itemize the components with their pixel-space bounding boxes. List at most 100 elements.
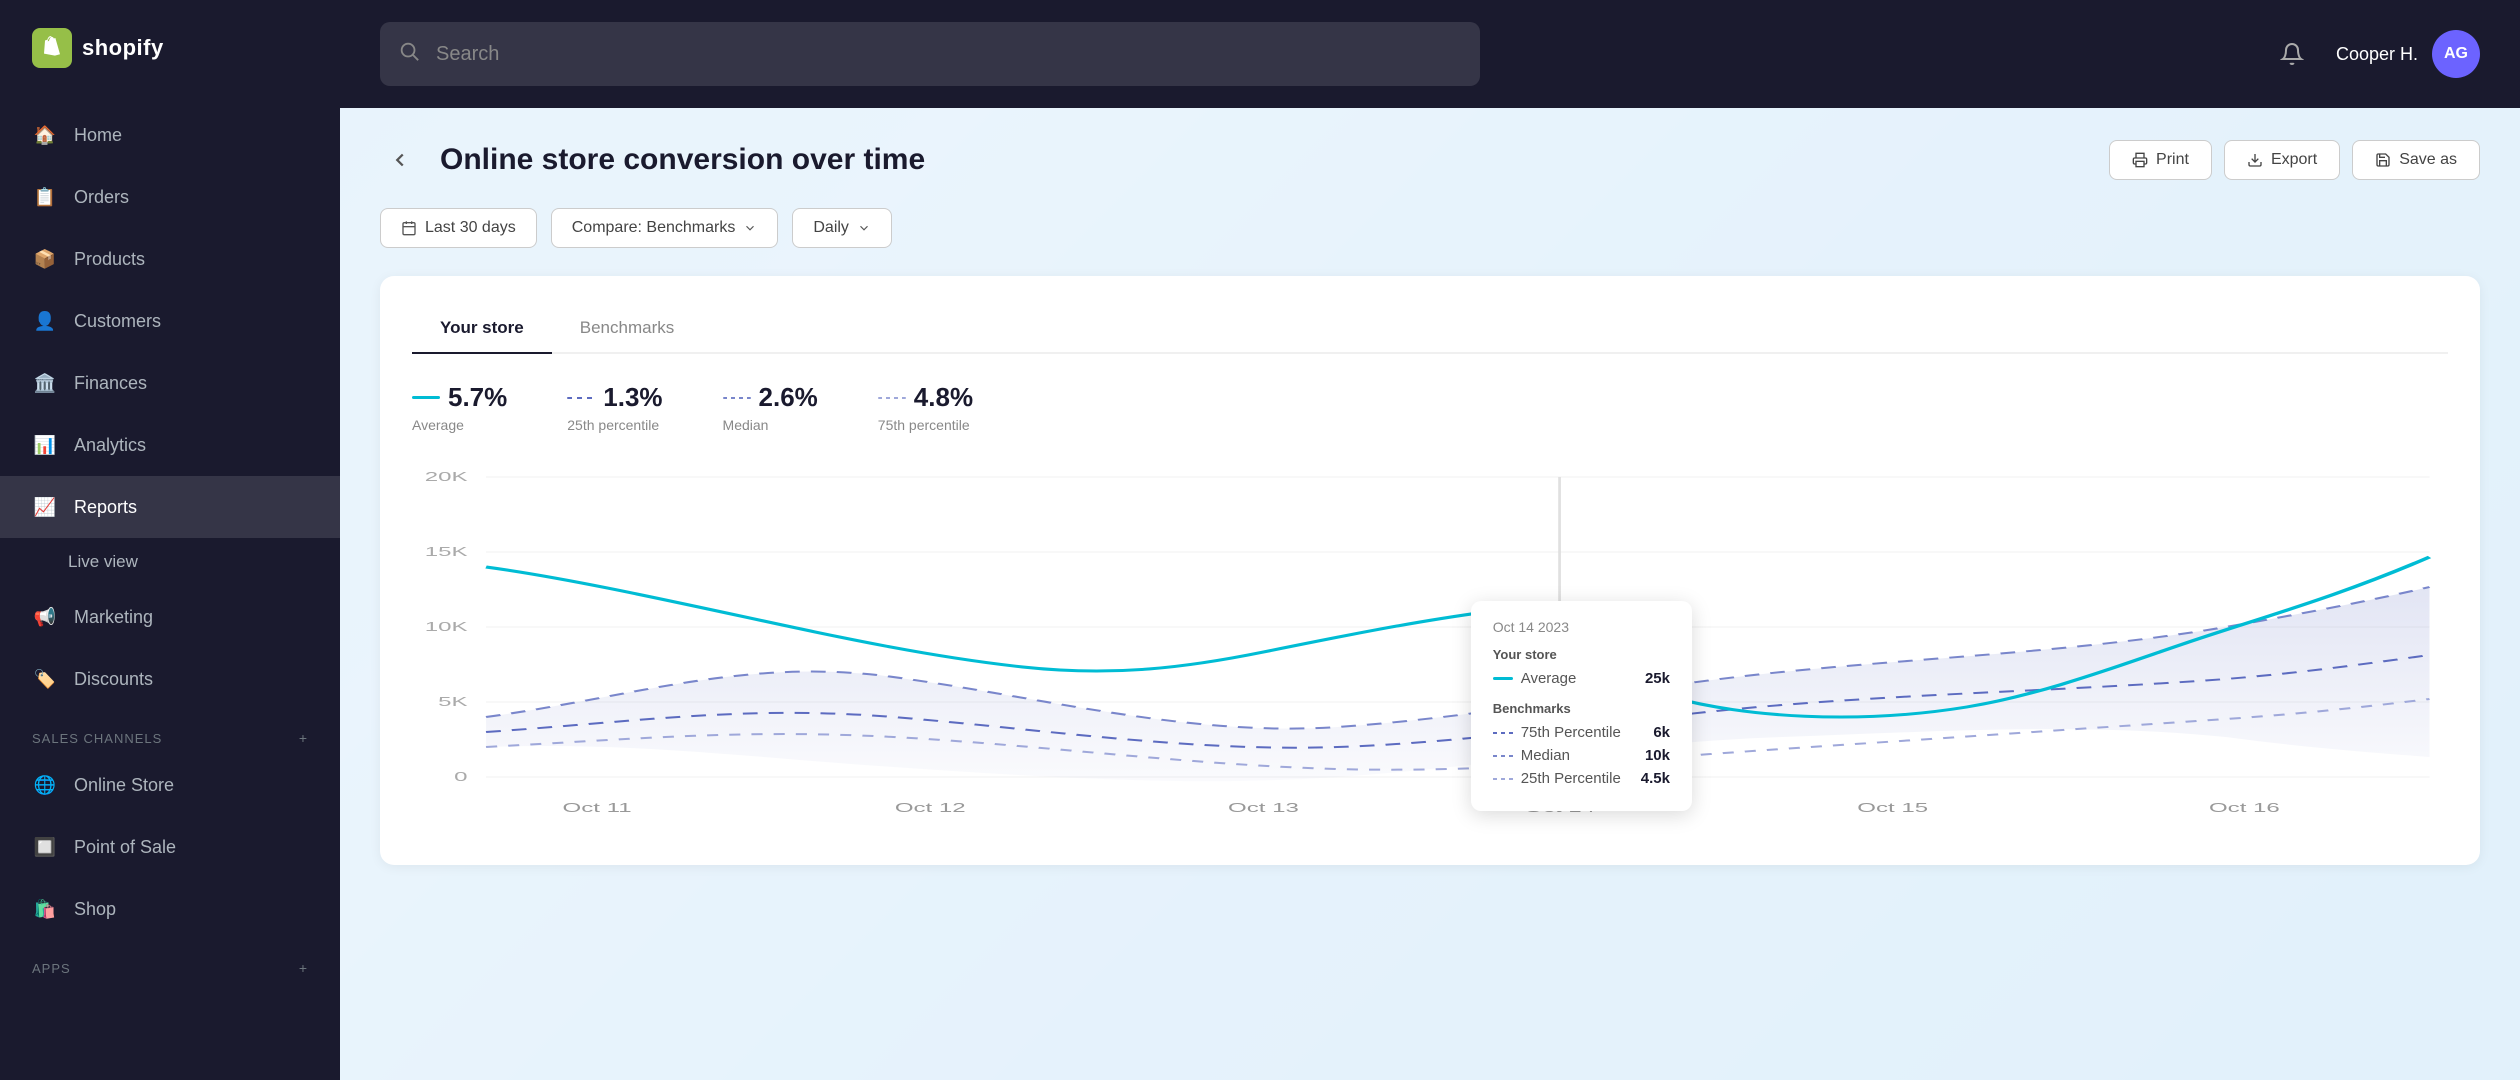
svg-text:10K: 10K [425,620,468,634]
print-button[interactable]: Print [2109,140,2212,180]
tooltip-average-label-wrap: Average [1493,670,1577,687]
tooltip-median-line [1493,755,1513,757]
save-as-label: Save as [2399,151,2457,169]
sidebar-item-home[interactable]: 🏠 Home [0,104,340,166]
report-header: Online store conversion over time Print [380,140,2480,180]
metric-75th-label: 75th percentile [878,417,973,433]
sidebar-item-live-view[interactable]: Live view [0,538,340,586]
sidebar-item-label-live-view: Live view [68,552,138,572]
tooltip-average-row: Average 25k [1493,670,1670,687]
sidebar-item-label-home: Home [74,125,122,146]
back-button[interactable] [380,140,420,180]
sidebar-item-label-analytics: Analytics [74,435,146,456]
sales-channels-section: Sales channels + [0,710,340,754]
sidebar-item-online-store[interactable]: 🌐 Online Store [0,754,340,816]
tooltip-p75-label: 75th Percentile [1521,724,1621,741]
topbar-actions: Cooper H. AG [2268,30,2480,78]
customers-icon: 👤 [32,308,58,334]
tab-benchmarks[interactable]: Benchmarks [552,304,702,354]
svg-text:Oct 12: Oct 12 [895,801,966,815]
tooltip-average-line [1493,677,1513,680]
sidebar-nav: 🏠 Home 📋 Orders 📦 Products 👤 Customers 🏛… [0,96,340,1080]
tooltip-median-row: Median 10k [1493,747,1670,764]
metric-25th: 1.3% 25th percentile [567,382,662,433]
analytics-icon: 📊 [32,432,58,458]
sidebar-item-analytics[interactable]: 📊 Analytics [0,414,340,476]
metric-75th: 4.8% 75th percentile [878,382,973,433]
date-range-label: Last 30 days [425,219,516,237]
median-line-indicator [723,397,751,399]
apps-label: Apps [32,961,71,976]
metric-median: 2.6% Median [723,382,818,433]
sidebar-item-label-discounts: Discounts [74,669,153,690]
tooltip-p75-value: 6k [1653,724,1670,741]
save-as-button[interactable]: Save as [2352,140,2480,180]
chart-metrics: 5.7% Average 1.3% 25th percentile 2.6% [412,382,2448,433]
tooltip-date: Oct 14 2023 [1493,619,1670,635]
sales-channels-expand-icon[interactable]: + [299,730,308,746]
discounts-icon: 🏷️ [32,666,58,692]
frequency-filter[interactable]: Daily [792,208,892,248]
tooltip-median-label-wrap: Median [1493,747,1570,764]
apps-section: Apps + [0,940,340,984]
sidebar-item-label-online-store: Online Store [74,775,174,796]
shop-icon: 🛍️ [32,896,58,922]
svg-text:0: 0 [454,770,467,784]
tooltip-p25-row: 25th Percentile 4.5k [1493,770,1670,787]
home-icon: 🏠 [32,122,58,148]
sidebar-item-discounts[interactable]: 🏷️ Discounts [0,648,340,710]
sidebar-item-label-finances: Finances [74,373,147,394]
chart-area: 20K 15K 10K 5K 0 [412,457,2448,837]
tab-your-store[interactable]: Your store [412,304,552,354]
compare-filter[interactable]: Compare: Benchmarks [551,208,779,248]
shopify-logo-icon [32,28,72,68]
svg-text:15K: 15K [425,545,468,559]
sidebar-item-reports[interactable]: 📈 Reports [0,476,340,538]
orders-icon: 📋 [32,184,58,210]
apps-expand-icon[interactable]: + [299,960,308,976]
sidebar-item-orders[interactable]: 📋 Orders [0,166,340,228]
user-profile[interactable]: Cooper H. AG [2336,30,2480,78]
date-range-filter[interactable]: Last 30 days [380,208,537,248]
sidebar-item-products[interactable]: 📦 Products [0,228,340,290]
search-input[interactable] [380,22,1480,86]
user-name: Cooper H. [2336,44,2418,65]
tooltip-average-value: 25k [1645,670,1670,687]
point-of-sale-icon: 🔲 [32,834,58,860]
sidebar-item-shop[interactable]: 🛍️ Shop [0,878,340,940]
sidebar-item-point-of-sale[interactable]: 🔲 Point of Sale [0,816,340,878]
search-container [380,22,1480,86]
tooltip-p75-line [1493,732,1513,734]
chart-card: Your store Benchmarks 5.7% Average [380,276,2480,865]
svg-text:Oct 15: Oct 15 [1857,801,1928,815]
sidebar-item-label-reports: Reports [74,497,137,518]
chart-svg: 20K 15K 10K 5K 0 [412,457,2448,837]
products-icon: 📦 [32,246,58,272]
report-title: Online store conversion over time [440,143,925,177]
search-icon [398,40,420,68]
metric-25th-value: 1.3% [567,382,662,413]
tooltip-p25-label-wrap: 25th Percentile [1493,770,1621,787]
tooltip-average-label: Average [1521,670,1577,687]
shopify-logo[interactable]: shopify [32,28,164,68]
sidebar-item-customers[interactable]: 👤 Customers [0,290,340,352]
tooltip-p25-value: 4.5k [1641,770,1670,787]
sidebar-item-label-orders: Orders [74,187,129,208]
sidebar-item-marketing[interactable]: 📢 Marketing [0,586,340,648]
shopify-logo-text: shopify [82,35,164,61]
export-button[interactable]: Export [2224,140,2340,180]
sidebar-item-label-point-of-sale: Point of Sale [74,837,176,858]
reports-icon: 📈 [32,494,58,520]
sidebar-item-finances[interactable]: 🏛️ Finances [0,352,340,414]
chart-tabs: Your store Benchmarks [412,304,2448,354]
user-avatar: AG [2432,30,2480,78]
svg-text:20K: 20K [425,470,468,484]
metric-25th-label: 25th percentile [567,417,662,433]
tooltip-p25-line [1493,778,1513,780]
topbar: Cooper H. AG [340,0,2520,108]
notification-button[interactable] [2268,30,2316,78]
sales-channels-label: Sales channels [32,731,162,746]
metric-median-value: 2.6% [723,382,818,413]
tooltip-your-store-label: Your store [1493,647,1670,662]
average-line-indicator [412,396,440,399]
